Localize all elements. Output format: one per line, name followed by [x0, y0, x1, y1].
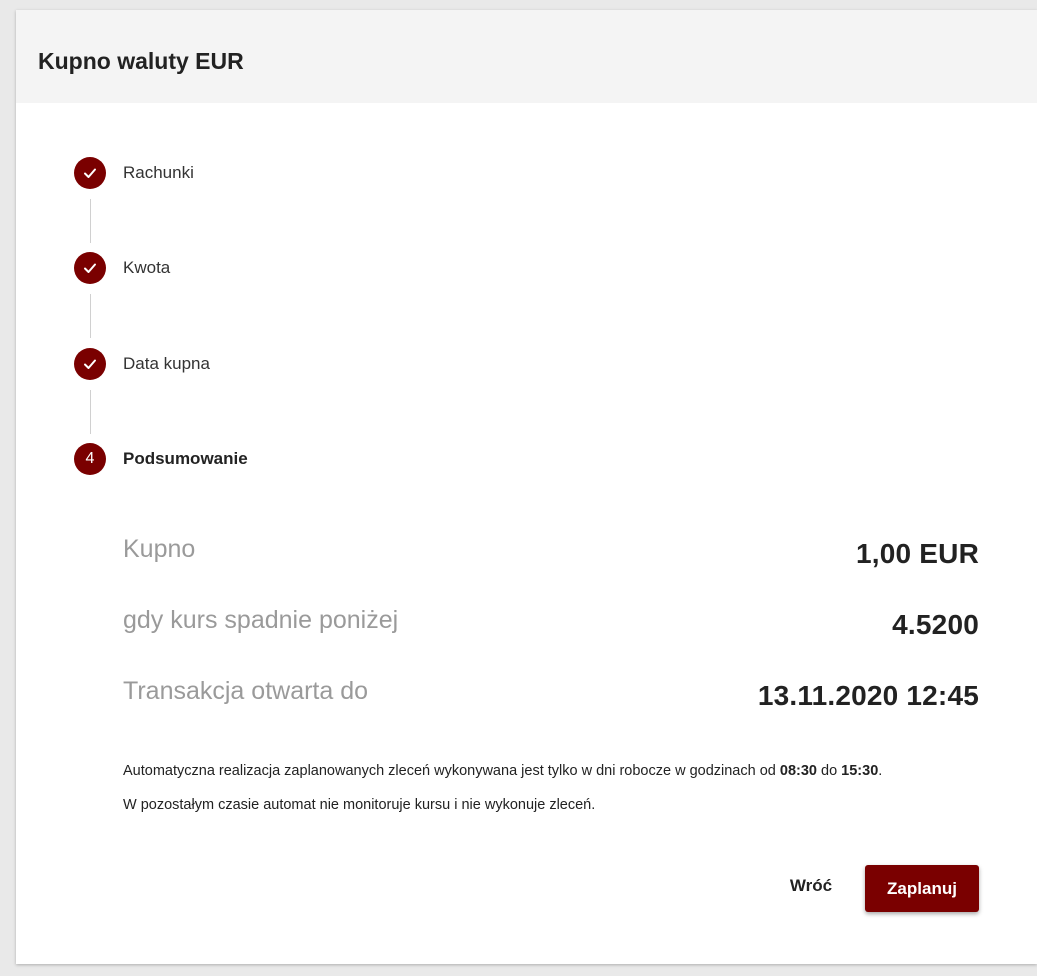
- step-connector: [90, 294, 91, 338]
- check-icon: [74, 252, 106, 284]
- step-data-kupna[interactable]: Data kupna: [74, 348, 210, 380]
- summary-label: Transakcja otwarta do: [123, 677, 369, 705]
- card-header: Kupno waluty EUR: [16, 10, 1037, 103]
- step-kwota[interactable]: Kwota: [74, 252, 170, 284]
- notice-time-to: 15:30: [841, 763, 879, 779]
- notice-text: Automatyczna realizacja zaplanowanych zl…: [123, 763, 780, 779]
- summary-label: gdy kurs spadnie poniżej: [123, 606, 399, 634]
- summary-label: Kupno: [123, 535, 196, 563]
- summary-row-kupno: Kupno 1,00 EUR: [123, 534, 979, 574]
- summary-value: 4.5200: [892, 609, 979, 640]
- step-label: Kwota: [123, 258, 171, 277]
- step-number-badge: 4: [74, 443, 106, 475]
- summary-row-open-until: Transakcja otwarta do 13.11.2020 12:45: [123, 676, 979, 716]
- step-rachunki[interactable]: Rachunki: [74, 157, 194, 189]
- back-button[interactable]: Wróć: [776, 862, 846, 910]
- check-icon: [74, 157, 106, 189]
- notice-line-hours: Automatyczna realizacja zaplanowanych zl…: [123, 762, 882, 780]
- notice-text: do: [816, 763, 842, 779]
- notice-time-from: 08:30: [779, 763, 817, 779]
- notice-line-monitoring: W pozostałym czasie automat nie monitoru…: [123, 796, 595, 814]
- notice-text: .: [878, 763, 883, 779]
- step-label: Rachunki: [123, 163, 194, 182]
- step-podsumowanie: 4 Podsumowanie: [74, 443, 248, 475]
- currency-purchase-card: Kupno waluty EUR Rachunki Kwota Data kup…: [16, 10, 1037, 964]
- page-title: Kupno waluty EUR: [38, 48, 244, 74]
- step-connector: [90, 199, 91, 243]
- step-label: Data kupna: [123, 354, 210, 373]
- schedule-button[interactable]: Zaplanuj: [865, 865, 979, 912]
- summary-value: 1,00 EUR: [856, 538, 979, 569]
- check-icon: [74, 348, 106, 380]
- step-label: Podsumowanie: [123, 449, 248, 468]
- summary-value: 13.11.2020 12:45: [757, 680, 979, 711]
- summary-row-rate-threshold: gdy kurs spadnie poniżej 4.5200: [123, 605, 979, 645]
- notice-text: W pozostałym czasie automat nie monitoru…: [123, 797, 596, 813]
- step-connector: [90, 390, 91, 434]
